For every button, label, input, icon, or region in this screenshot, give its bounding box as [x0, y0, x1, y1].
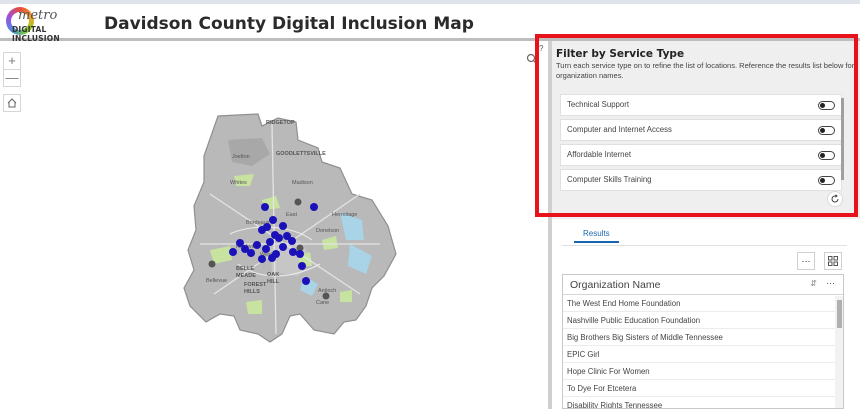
technical-support-toggle[interactable]	[818, 101, 835, 110]
location-marker[interactable]	[302, 277, 310, 285]
organization-name-cell: To Dye For Etcetera	[567, 384, 637, 393]
place-label: Madison	[292, 180, 313, 186]
side-panel: ? Filter by Service Type Turn each servi…	[539, 41, 860, 409]
location-marker[interactable]	[288, 237, 296, 245]
service-type-label: Affordable Internet	[567, 150, 632, 159]
more-options-button[interactable]: ⋯	[797, 252, 815, 270]
place-label: Cane	[316, 300, 329, 306]
filter-title: Filter by Service Type	[556, 48, 685, 60]
table-scrollbar[interactable]	[835, 296, 843, 408]
service-type-row[interactable]: Affordable Internet	[560, 144, 842, 166]
map-view[interactable]: + — RIDGETOP GOODLETTSVILLE Joelton Whit…	[0, 44, 548, 409]
location-marker[interactable]	[279, 243, 287, 251]
grid-icon	[828, 256, 838, 266]
place-label: Joelton	[232, 154, 250, 160]
affordable-internet-toggle[interactable]	[818, 151, 835, 160]
place-label: HILLS	[244, 289, 260, 295]
filter-description: Turn each service type on to refine the …	[556, 61, 855, 80]
computer-internet-access-toggle[interactable]	[818, 126, 835, 135]
location-marker[interactable]	[247, 249, 255, 257]
service-type-row[interactable]: Computer and Internet Access	[560, 119, 842, 141]
table-row[interactable]: The West End Home Foundation	[563, 295, 843, 312]
place-label: Hermitage	[332, 212, 357, 218]
reset-icon	[831, 194, 839, 203]
reset-filters-button[interactable]	[827, 191, 843, 207]
location-marker[interactable]	[253, 241, 261, 249]
place-label: HILL	[267, 279, 280, 285]
page-title: Davidson County Digital Inclusion Map	[104, 14, 474, 34]
place-label: MEADE	[236, 273, 256, 279]
logo-text-metro: metro	[18, 8, 58, 23]
service-type-label: Technical Support	[567, 100, 629, 109]
table-row[interactable]: Nashville Public Education Foundation	[563, 312, 843, 329]
table-row[interactable]: Disability Rights Tennessee	[563, 397, 843, 409]
column-header-organization-name[interactable]: Organization Name	[570, 279, 660, 291]
place-label: East	[286, 212, 297, 218]
highway-shield-icon	[294, 198, 302, 206]
service-type-label: Computer Skills Training	[567, 175, 652, 184]
location-marker[interactable]	[310, 203, 318, 211]
service-type-row[interactable]: Computer Skills Training	[560, 169, 842, 191]
tab-results[interactable]: Results	[574, 229, 619, 243]
map-search-button[interactable]	[523, 53, 541, 71]
service-type-row[interactable]: Technical Support	[560, 94, 842, 116]
organization-name-cell: Disability Rights Tennessee	[567, 401, 663, 409]
table-header: Organization Name ⇵ ⋯	[563, 275, 843, 295]
filter-scrollbar[interactable]	[841, 98, 844, 180]
table-row[interactable]: Big Brothers Big Sisters of Middle Tenne…	[563, 329, 843, 346]
sort-icon[interactable]: ⇵	[810, 279, 817, 288]
logo-text-digital-inclusion: DIGITAL INCLUSION	[12, 25, 60, 43]
location-marker[interactable]	[269, 216, 277, 224]
location-marker[interactable]	[229, 248, 237, 256]
service-type-label: Computer and Internet Access	[567, 125, 672, 134]
highway-shield-icon	[208, 260, 216, 268]
location-marker[interactable]	[279, 222, 287, 230]
filter-panel: ? Filter by Service Type Turn each servi…	[539, 41, 860, 219]
location-marker[interactable]	[262, 245, 270, 253]
table-row[interactable]: Hope Clinic For Women	[563, 363, 843, 380]
location-marker[interactable]	[275, 234, 283, 242]
layout-toggle-button[interactable]	[824, 252, 842, 270]
organization-name-cell: Big Brothers Big Sisters of Middle Tenne…	[567, 333, 723, 342]
tab-divider	[562, 245, 847, 246]
place-label: FOREST	[244, 282, 267, 288]
location-marker[interactable]	[266, 238, 274, 246]
search-icon	[526, 53, 538, 65]
location-marker[interactable]	[268, 254, 276, 262]
place-label: GOODLETTSVILLE	[276, 151, 326, 157]
service-type-list: Technical Support Computer and Internet …	[560, 94, 842, 194]
location-marker[interactable]	[258, 255, 266, 263]
organization-name-cell: Nashville Public Education Foundation	[567, 316, 701, 325]
organization-name-cell: EPIC Girl	[567, 350, 600, 359]
location-marker[interactable]	[258, 226, 266, 234]
place-label: Bellevue	[206, 278, 227, 284]
location-marker[interactable]	[296, 250, 304, 258]
location-marker[interactable]	[261, 203, 269, 211]
place-label: BELLE	[236, 266, 254, 272]
results-table: Organization Name ⇵ ⋯ The West End Home …	[562, 274, 844, 409]
place-label: Whites	[230, 180, 247, 186]
table-row[interactable]: EPIC Girl	[563, 346, 843, 363]
organization-name-cell: The West End Home Foundation	[567, 299, 681, 308]
column-menu-button[interactable]: ⋯	[826, 278, 835, 289]
place-label: OAK	[267, 272, 279, 278]
help-icon[interactable]: ?	[539, 44, 549, 54]
computer-skills-training-toggle[interactable]	[818, 176, 835, 185]
highway-shield-icon	[322, 292, 330, 300]
app-header: metro DIGITAL INCLUSION Davidson County …	[0, 4, 860, 43]
place-label: RIDGETOP	[266, 120, 295, 126]
metro-digital-inclusion-logo: metro DIGITAL INCLUSION	[4, 6, 94, 43]
county-map: RIDGETOP GOODLETTSVILLE Joelton Whites M…	[183, 113, 397, 343]
location-marker[interactable]	[298, 262, 306, 270]
location-marker[interactable]	[289, 248, 297, 256]
county-outline	[183, 113, 397, 343]
place-label: Donelson	[316, 228, 339, 234]
table-row[interactable]: To Dye For Etcetera	[563, 380, 843, 397]
organization-name-cell: Hope Clinic For Women	[567, 367, 650, 376]
results-tabs: Results	[574, 229, 619, 245]
